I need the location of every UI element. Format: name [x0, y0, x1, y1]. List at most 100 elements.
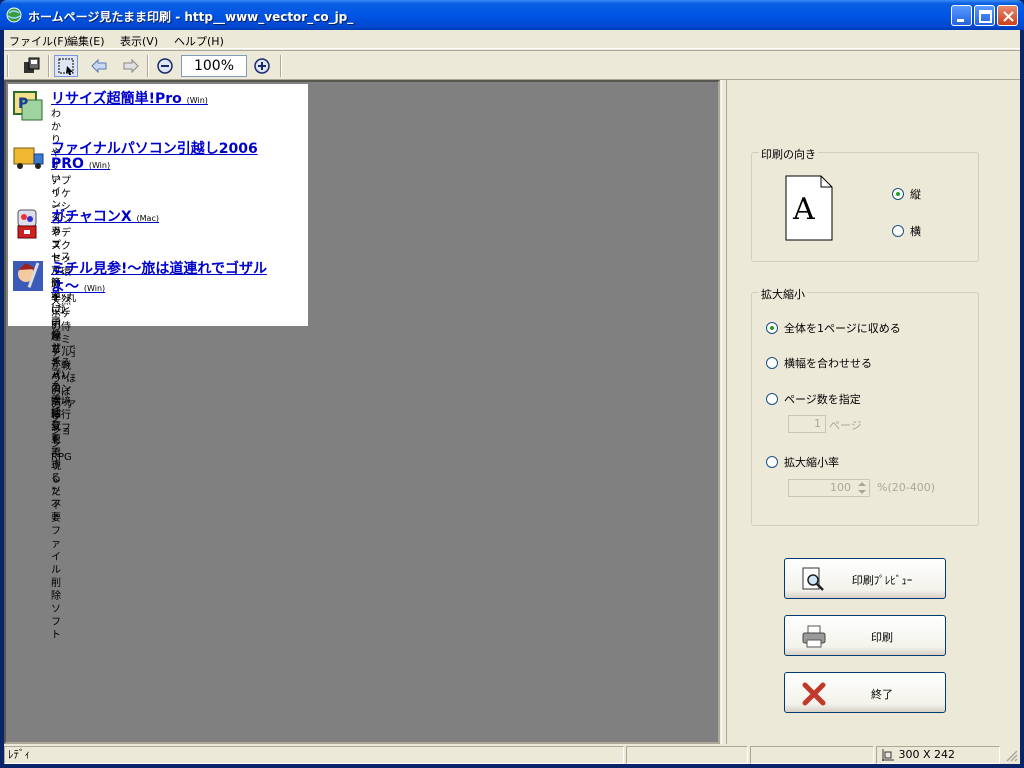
- scale-ratio-label: 拡大縮小率: [784, 456, 839, 469]
- page-portrait-icon: A: [785, 175, 833, 241]
- page-size-text: 300 X 242: [898, 748, 956, 761]
- entry-title-text[interactable]: リサイズ超簡単!Pro: [51, 91, 182, 107]
- close-icon: [1003, 11, 1014, 22]
- scale-group: 拡大縮小 全体を1ページに収める 横幅を合わせせる ページ数を指定 1 ページ …: [751, 286, 979, 526]
- resize-grip-icon[interactable]: [1004, 748, 1018, 762]
- menu-edit[interactable]: 編集(E): [67, 33, 105, 49]
- back-arrow-icon: [91, 58, 107, 74]
- preview-area[interactable]: P リサイズ超簡単!Pro (Win) わかりやすいインタフェースで、簡単に画像…: [4, 80, 720, 744]
- toolbar-grip[interactable]: [7, 55, 9, 77]
- landscape-radio[interactable]: 横: [892, 223, 921, 239]
- fit-page-radio[interactable]: 全体を1ページに収める: [766, 320, 901, 336]
- scale-ratio-value[interactable]: 100: [830, 481, 851, 494]
- entry-link[interactable]: PRO (Win): [51, 156, 110, 172]
- entry-link[interactable]: リサイズ超簡単!Pro (Win): [51, 88, 208, 108]
- fit-width-label: 横幅を合わせせる: [784, 357, 872, 370]
- resize-app-icon: P: [13, 91, 43, 121]
- gacha-machine-icon: [17, 209, 37, 239]
- samurai-character-icon: [13, 261, 43, 291]
- entry-title-text[interactable]: PRO: [51, 156, 84, 172]
- print-setup-icon: [24, 57, 40, 73]
- toolbar-separator: [147, 55, 149, 77]
- maximize-icon: [979, 10, 992, 23]
- spin-arrows-icon[interactable]: [855, 480, 869, 496]
- back-button[interactable]: [87, 55, 111, 77]
- print-button[interactable]: 印刷: [784, 615, 946, 656]
- svg-text:P: P: [18, 96, 28, 112]
- fit-width-radio[interactable]: 横幅を合わせせる: [766, 355, 872, 371]
- toolbar-separator: [280, 55, 282, 77]
- scale-ratio-radio[interactable]: 拡大縮小率: [766, 454, 839, 470]
- title-bar[interactable]: ホームページ見たまま印刷 - http__www_vector_co_jp_: [0, 0, 1024, 30]
- platform-tag: (Win): [83, 284, 106, 293]
- entry-link[interactable]: ファイナルパソコン引越し2006: [51, 138, 258, 158]
- minimize-icon: [957, 19, 964, 22]
- select-icon: [58, 58, 74, 75]
- platform-tag: (Mac): [136, 214, 159, 223]
- orientation-group: 印刷の向き A 縦 横: [751, 146, 979, 262]
- menu-view[interactable]: 表示(V): [120, 33, 158, 49]
- status-bar: ﾚﾃﾞｨ 300 X 242: [4, 744, 1020, 764]
- radio-button[interactable]: [892, 225, 904, 237]
- status-size-pane: 300 X 242: [876, 746, 1000, 764]
- zoom-out-icon: [157, 58, 173, 74]
- portrait-radio[interactable]: 縦: [892, 186, 921, 202]
- print-label: 印刷: [871, 631, 893, 644]
- page-count-radio[interactable]: ページ数を指定: [766, 391, 861, 407]
- radio-button[interactable]: [766, 393, 778, 405]
- zoom-out-button[interactable]: [153, 55, 177, 77]
- page-size-icon: [882, 749, 894, 761]
- print-setup-button[interactable]: [20, 55, 44, 77]
- zoom-level-field[interactable]: 100%: [181, 55, 247, 77]
- minimize-button[interactable]: [951, 5, 972, 26]
- preview-page: P リサイズ超簡単!Pro (Win) わかりやすいインタフェースで、簡単に画像…: [8, 84, 308, 641]
- scale-ratio-input[interactable]: 100: [788, 479, 870, 497]
- landscape-label: 横: [910, 225, 921, 238]
- menu-file[interactable]: ファイル(F): [9, 33, 68, 49]
- scale-group-label: 拡大縮小: [759, 286, 807, 302]
- menu-help[interactable]: ヘルプ(H): [174, 33, 224, 49]
- portrait-label: 縦: [910, 188, 921, 201]
- print-preview-label: 印刷ﾌﾟﾚﾋﾞｭｰ: [851, 574, 913, 587]
- zoom-in-icon: [254, 58, 270, 74]
- status-text: ﾚﾃﾞｨ: [4, 746, 624, 764]
- entry-title-text[interactable]: よ～: [51, 279, 79, 295]
- platform-tag: (Win): [186, 96, 208, 105]
- page-count-label: ページ数を指定: [784, 393, 861, 406]
- page-count-unit: ページ: [829, 419, 862, 432]
- window-title: ホームページ見たまま印刷 - http__www_vector_co_jp_: [28, 10, 354, 24]
- radio-button[interactable]: [892, 188, 904, 200]
- fit-page-label: 全体を1ページに収める: [784, 322, 901, 335]
- toolbar-separator: [48, 55, 50, 77]
- orientation-group-label: 印刷の向き: [759, 146, 818, 162]
- radio-button[interactable]: [766, 357, 778, 369]
- client-area: ファイル(F) 編集(E) 表示(V) ヘルプ(H) 100% P リサイズ超簡…: [4, 30, 1020, 764]
- exit-label: 終了: [871, 688, 893, 701]
- forward-arrow-icon: [123, 58, 139, 74]
- entry-link[interactable]: ガチャコンX (Mac): [51, 206, 159, 226]
- forward-button[interactable]: [119, 55, 143, 77]
- platform-tag: (Win): [88, 161, 111, 170]
- maximize-button[interactable]: [974, 5, 995, 26]
- entry-link[interactable]: よ～ (Win): [51, 276, 105, 296]
- app-window: ホームページ見たまま印刷 - http__www_vector_co_jp_ フ…: [0, 0, 1024, 768]
- entry-title-text[interactable]: ガチャコンX: [51, 209, 132, 225]
- entry-link[interactable]: ミチル見参!～旅は道連れでゴザル: [51, 258, 267, 278]
- radio-button[interactable]: [766, 456, 778, 468]
- page-letter: A: [792, 192, 815, 227]
- status-pane: [626, 746, 748, 764]
- radio-button[interactable]: [766, 322, 778, 334]
- moving-truck-icon: [13, 147, 44, 169]
- toolbar: 100%: [4, 50, 1020, 80]
- select-tool-button[interactable]: [54, 55, 78, 77]
- app-globe-icon: [6, 7, 22, 23]
- menu-bar: ファイル(F) 編集(E) 表示(V) ヘルプ(H): [4, 30, 1020, 49]
- print-preview-button[interactable]: 印刷ﾌﾟﾚﾋﾞｭｰ: [784, 558, 946, 599]
- zoom-in-button[interactable]: [250, 55, 274, 77]
- exit-button[interactable]: 終了: [784, 672, 946, 713]
- scale-ratio-unit: %(20-400): [877, 481, 935, 494]
- status-pane: [750, 746, 874, 764]
- page-count-input[interactable]: 1: [788, 415, 826, 433]
- close-button[interactable]: [997, 5, 1018, 26]
- settings-panel: 印刷の向き A 縦 横 拡大縮小 全体を1ページに収める 横幅を合わせせる ペー…: [726, 80, 1020, 744]
